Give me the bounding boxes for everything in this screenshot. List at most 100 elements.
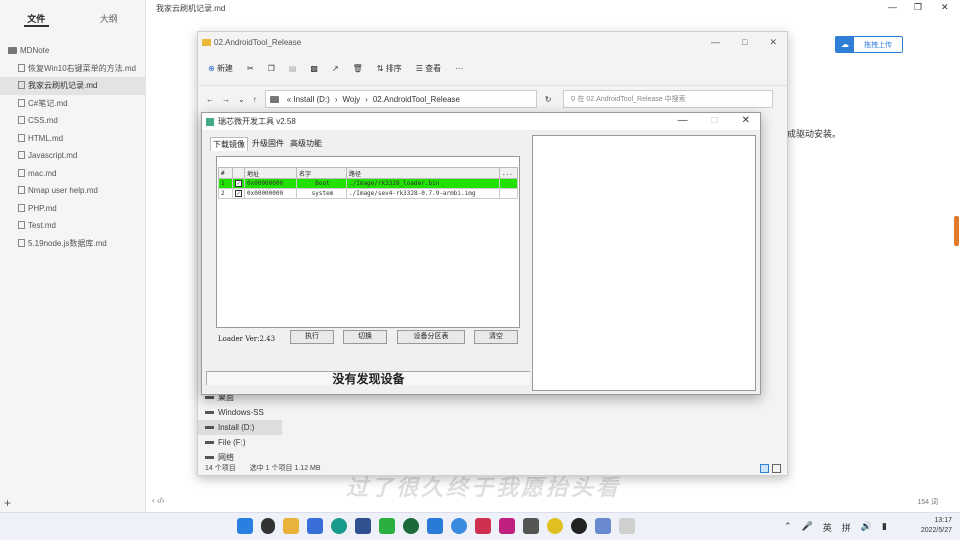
obs-icon[interactable] bbox=[571, 518, 587, 534]
breadcrumb-item[interactable]: 02.AndroidTool_Release bbox=[373, 95, 460, 104]
cloud-icon[interactable] bbox=[595, 518, 611, 534]
search-icon[interactable] bbox=[261, 518, 275, 534]
start-icon[interactable] bbox=[237, 518, 253, 534]
minimize-icon[interactable]: — bbox=[888, 2, 897, 12]
video-icon[interactable] bbox=[475, 518, 491, 534]
forward-icon[interactable]: → bbox=[222, 95, 230, 104]
add-file-button[interactable]: + bbox=[4, 496, 11, 510]
jetbrains-icon[interactable] bbox=[499, 518, 515, 534]
battery-icon[interactable]: ▮ bbox=[882, 521, 887, 534]
store-icon[interactable] bbox=[355, 518, 371, 534]
copy-icon[interactable]: ❐ bbox=[268, 64, 275, 73]
sort-button[interactable]: ⇅ 排序 bbox=[377, 63, 402, 74]
run-button[interactable]: 执行 bbox=[290, 330, 334, 344]
minimize-icon[interactable]: — bbox=[678, 115, 688, 126]
edge-icon[interactable] bbox=[331, 518, 347, 534]
close-icon[interactable]: ✕ bbox=[769, 37, 777, 48]
chevron-down-icon[interactable]: ⌄ bbox=[238, 95, 245, 104]
details-view-icon[interactable] bbox=[760, 464, 769, 473]
vscode-icon[interactable] bbox=[427, 518, 443, 534]
cell-address[interactable]: 0x00000000 bbox=[244, 188, 297, 199]
speaker-icon[interactable]: 🔊 bbox=[861, 521, 872, 534]
chrome-icon[interactable] bbox=[451, 518, 467, 534]
app-icon[interactable] bbox=[547, 518, 563, 534]
typora-icon[interactable] bbox=[523, 518, 539, 534]
doc-text: 成驱动安装。 bbox=[787, 129, 842, 139]
tiles-view-icon[interactable] bbox=[772, 464, 781, 473]
nav-label: 网络 bbox=[218, 453, 234, 462]
file-item[interactable]: 5.19node.js数据库.md bbox=[0, 235, 145, 253]
file-item[interactable]: CSS.md bbox=[0, 112, 145, 130]
tree-root-folder[interactable]: MDNote bbox=[0, 42, 145, 60]
cell-path[interactable]: ./Image/sev4-rk3328-0.7.9-armbi.img bbox=[346, 188, 500, 199]
word-icon[interactable] bbox=[307, 518, 323, 534]
maximize-icon[interactable]: □ bbox=[712, 115, 718, 126]
tab-advanced[interactable]: 高级功能 bbox=[288, 137, 324, 151]
file-item[interactable]: C#笔记.md bbox=[0, 95, 145, 113]
row-checkbox[interactable]: ✓ bbox=[235, 180, 242, 187]
file-item[interactable]: Javascript.md bbox=[0, 147, 145, 165]
view-label: 查看 bbox=[425, 64, 442, 73]
maximize-icon[interactable]: ❐ bbox=[914, 2, 922, 13]
breadcrumb-item[interactable]: Wojy bbox=[343, 95, 361, 104]
more-button[interactable]: ··· bbox=[455, 64, 463, 73]
tab-download-image[interactable]: 下载镜像 bbox=[210, 137, 248, 151]
file-icon bbox=[18, 203, 25, 212]
cell-path[interactable]: ./Image/rk3328_loader.bin bbox=[346, 178, 500, 189]
tab-files[interactable]: 文件 bbox=[0, 12, 73, 27]
view-button[interactable]: ☰ 查看 bbox=[416, 63, 441, 74]
nav-item-drive[interactable]: File (F:) bbox=[198, 435, 282, 450]
maximize-icon[interactable]: □ bbox=[742, 37, 747, 48]
row-checkbox[interactable]: ✓ bbox=[235, 190, 242, 197]
item-count: 14 个项目 bbox=[205, 465, 236, 472]
search-input[interactable]: ⚲ 在 02.AndroidTool_Release 中搜索 bbox=[563, 90, 774, 108]
file-icon bbox=[18, 98, 25, 107]
rename-icon[interactable]: ▩ bbox=[310, 64, 318, 73]
mic-icon[interactable]: 🎤 bbox=[802, 521, 813, 534]
breadcrumb-item[interactable]: « Install (D:) bbox=[287, 95, 330, 104]
address-bar[interactable]: « Install (D:) › Wojy › 02.AndroidTool_Rel… bbox=[264, 90, 537, 108]
paste-icon[interactable]: ▤ bbox=[289, 64, 297, 73]
tab-outline[interactable]: 大纲 bbox=[73, 12, 146, 25]
file-item[interactable]: mac.md bbox=[0, 165, 145, 183]
editor-scrollbar[interactable] bbox=[954, 216, 959, 246]
refresh-icon[interactable]: ↻ bbox=[545, 95, 552, 104]
back-icon[interactable]: ← bbox=[206, 95, 214, 104]
nav-item-drive[interactable]: Windows-SS bbox=[198, 405, 282, 420]
file-item[interactable]: Test.md bbox=[0, 217, 145, 235]
upwork-icon[interactable] bbox=[403, 518, 419, 534]
file-item-selected[interactable]: 我家云刷机记录.md bbox=[0, 77, 145, 95]
clear-button[interactable]: 清空 bbox=[474, 330, 518, 344]
search-icon: ⚲ bbox=[570, 96, 578, 103]
table-row[interactable]: 2 ✓ 0x00000000 system ./Image/sev4-rk332… bbox=[218, 188, 518, 199]
upload-button[interactable]: ☁ 拖拽上传 bbox=[835, 36, 903, 53]
wechat-icon[interactable] bbox=[379, 518, 395, 534]
partition-table-button[interactable]: 设备分区表 bbox=[397, 330, 465, 344]
nav-item-drive-selected[interactable]: Install (D:) bbox=[198, 420, 282, 435]
source-toggle[interactable]: ‹ ‹/› bbox=[152, 496, 164, 505]
file-label: 5.19node.js数据库.md bbox=[28, 238, 107, 248]
tab-upgrade-firmware[interactable]: 升级固件 bbox=[250, 137, 286, 151]
share-icon[interactable]: ↗ bbox=[332, 64, 339, 73]
table-row[interactable]: 1 ✓ 0x00000000 Boot ./Image/rk3328_loade… bbox=[218, 178, 518, 189]
file-icon bbox=[18, 238, 25, 247]
cut-icon[interactable]: ✂ bbox=[247, 64, 254, 73]
up-icon[interactable]: ↑ bbox=[253, 95, 257, 104]
clock[interactable]: 13:17 2022/5/27 bbox=[921, 516, 952, 536]
close-icon[interactable]: ✕ bbox=[742, 115, 750, 126]
ime-mode[interactable]: 拼 bbox=[842, 521, 851, 534]
minimize-icon[interactable]: — bbox=[711, 37, 720, 48]
file-item[interactable]: HTML.md bbox=[0, 130, 145, 148]
file-item[interactable]: PHP.md bbox=[0, 200, 145, 218]
file-item[interactable]: Nmap user help.md bbox=[0, 182, 145, 200]
tool-icon[interactable] bbox=[619, 518, 635, 534]
file-item[interactable]: 恢复Win10右键菜单的方法.md bbox=[0, 60, 145, 78]
cell-address[interactable]: 0x00000000 bbox=[244, 178, 297, 189]
chevron-up-icon[interactable]: ⌃ bbox=[784, 521, 792, 534]
switch-button[interactable]: 切换 bbox=[343, 330, 387, 344]
new-button[interactable]: ⊕ 新建 bbox=[208, 63, 233, 74]
ime-lang[interactable]: 英 bbox=[823, 521, 832, 534]
close-icon[interactable]: ✕ bbox=[941, 2, 949, 13]
file-explorer-icon[interactable] bbox=[283, 518, 299, 534]
delete-icon[interactable]: 🗑 bbox=[353, 64, 363, 73]
